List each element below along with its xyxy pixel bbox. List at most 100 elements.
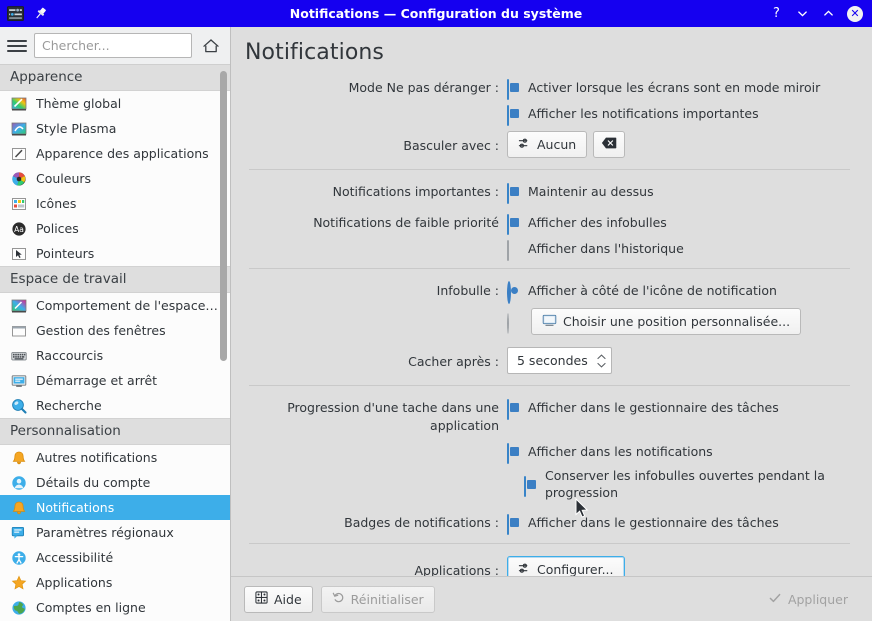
sliders-icon [518, 562, 531, 577]
radio-popup-near-icon-label: Afficher à côté de l'icône de notificati… [528, 282, 777, 298]
configure-applications-button[interactable]: Configurer... [507, 556, 625, 576]
checkbox-jobs-keep-popups[interactable] [524, 475, 539, 497]
backspace-icon [601, 136, 617, 153]
row-jobs-taskmanager: Progression d'une tache dans une applica… [249, 398, 850, 435]
sidebar: Apparence Thème global [0, 27, 231, 621]
sidebar-item-account-details[interactable]: Détails du compte [0, 470, 230, 495]
dnd-shortcut-button[interactable]: Aucun [507, 131, 588, 158]
colors-icon [10, 170, 27, 187]
monitor-icon [542, 314, 557, 330]
page-header: Notifications [231, 27, 872, 74]
chevron-down-icon[interactable] [795, 6, 810, 21]
checkbox-lowpriority-history[interactable] [507, 239, 522, 261]
row-badges: Badges de notifications : Afficher dans … [249, 513, 850, 535]
label-popup: Infobulle : [436, 283, 499, 298]
home-icon[interactable] [199, 34, 223, 58]
chevron-up-icon[interactable] [821, 6, 836, 21]
chevron-up-icon [597, 353, 606, 359]
help-button-label: Aide [274, 591, 302, 607]
sidebar-group-header: Espace de travail [0, 266, 230, 293]
checkbox-dnd-critical[interactable] [507, 104, 522, 126]
sidebar-item-label: Accessibilité [36, 550, 114, 565]
checkbox-badges-taskmanager[interactable] [507, 513, 522, 535]
sidebar-item-online-accounts[interactable]: Comptes en ligne [0, 595, 230, 620]
checkbox-jobs-taskmanager[interactable] [507, 398, 522, 420]
system-settings-window: Notifications — Configuration du système… [0, 0, 872, 621]
sidebar-group-header: Personnalisation [0, 418, 230, 445]
sidebar-item-label: Applications [36, 575, 113, 590]
sidebar-item-icons[interactable]: Icônes [0, 191, 230, 216]
sidebar-item-application-style[interactable]: Apparence des applications [0, 141, 230, 166]
sidebar-item-applications[interactable]: Applications [0, 570, 230, 595]
system-settings-icon[interactable] [6, 4, 25, 23]
titlebar: Notifications — Configuration du système… [0, 0, 872, 27]
help-button[interactable]: Aide [244, 585, 313, 613]
bell-icon [10, 499, 27, 516]
undo-icon [332, 591, 345, 607]
sidebar-item-autres-notifications[interactable]: Autres notifications [0, 445, 230, 470]
hamburger-menu-icon[interactable] [7, 38, 27, 54]
bell-icon [10, 449, 27, 466]
checkbox-jobs-notifications-label: Afficher dans les notifications [528, 443, 713, 459]
pin-icon[interactable] [31, 4, 50, 23]
sidebar-item-regional-settings[interactable]: Paramètres régionaux [0, 520, 230, 545]
sidebar-item-search-module[interactable]: Recherche [0, 393, 230, 418]
search-box[interactable] [34, 33, 192, 58]
hide-after-value: 5 secondes [517, 353, 588, 368]
clear-shortcut-button[interactable] [593, 131, 626, 158]
regional-settings-icon [10, 524, 27, 541]
custom-position-label: Choisir une position personnalisée... [563, 314, 791, 329]
help-book-icon [255, 591, 268, 607]
apply-button[interactable]: Appliquer [757, 586, 859, 613]
divider [249, 543, 850, 544]
sidebar-item-workspace-behavior[interactable]: Comportement de l'espace de tr... [0, 293, 230, 318]
sidebar-item-global-theme[interactable]: Thème global [0, 91, 230, 116]
label-dnd-toggle: Basculer avec : [403, 138, 499, 153]
window-title: Notifications — Configuration du système [289, 6, 583, 21]
sidebar-item-label: Raccourcis [36, 348, 104, 363]
radio-popup-custom[interactable] [507, 313, 522, 334]
sidebar-item-window-management[interactable]: Gestion des fenêtres [0, 318, 230, 343]
checkbox-keep-on-top-label: Maintenir au dessus [528, 183, 654, 199]
custom-position-button[interactable]: Choisir une position personnalisée... [531, 308, 802, 335]
row-applications: Applications : Configurer... [249, 556, 850, 576]
sidebar-item-plasma-style[interactable]: Style Plasma [0, 116, 230, 141]
sidebar-item-fonts[interactable]: Aa Polices [0, 216, 230, 241]
sidebar-item-label: Apparence des applications [36, 146, 209, 161]
application-style-icon [10, 145, 27, 162]
sidebar-item-label: Détails du compte [36, 475, 151, 490]
divider [249, 169, 850, 170]
close-icon[interactable]: ✕ [847, 5, 863, 22]
checkbox-jobs-notifications[interactable] [507, 442, 522, 464]
label-badges: Badges de notifications : [344, 515, 499, 530]
sidebar-item-cursors[interactable]: Pointeurs [0, 241, 230, 266]
dialog-buttons: Aide Réinitialiser Appliquer [231, 576, 872, 621]
sidebar-item-startup-shutdown[interactable]: Démarrage et arrêt [0, 368, 230, 393]
titlebar-left-icons [0, 4, 50, 23]
sidebar-item-notifications[interactable]: Notifications [0, 495, 230, 520]
checkbox-keep-on-top[interactable] [507, 182, 522, 204]
help-button[interactable]: ? [769, 6, 784, 21]
sidebar-item-label: Paramètres régionaux [36, 525, 174, 540]
row-dnd-toggle: Basculer avec : Aucun [249, 131, 850, 158]
sidebar-item-label: Style Plasma [36, 121, 117, 136]
sidebar-item-shortcuts[interactable]: Raccourcis [0, 343, 230, 368]
sidebar-item-label: Thème global [36, 96, 122, 111]
sidebar-item-label: Recherche [36, 398, 102, 413]
sidebar-scrollbar-thumb[interactable] [220, 71, 227, 361]
hide-after-spinbox[interactable]: 5 secondes [507, 347, 612, 374]
checkbox-dnd-mirror[interactable] [507, 78, 522, 100]
spin-arrows[interactable] [596, 353, 607, 369]
row-popup-position: Infobulle : Afficher à côté de l'icône d… [249, 280, 850, 304]
sidebar-scrollbar[interactable] [220, 65, 227, 621]
checkbox-lowpriority-popup[interactable] [507, 213, 522, 235]
sidebar-item-accessibility[interactable]: Accessibilité [0, 545, 230, 570]
reset-button[interactable]: Réinitialiser [320, 585, 435, 613]
configure-applications-label: Configurer... [537, 562, 614, 576]
global-theme-icon [10, 95, 27, 112]
label-hide-after: Cacher après : [408, 354, 499, 369]
radio-popup-near-icon[interactable] [507, 280, 522, 304]
checkbox-jobs-taskmanager-label: Afficher dans le gestionnaire des tâches [528, 399, 779, 415]
sidebar-item-colors[interactable]: Couleurs [0, 166, 230, 191]
search-input[interactable] [42, 38, 184, 53]
